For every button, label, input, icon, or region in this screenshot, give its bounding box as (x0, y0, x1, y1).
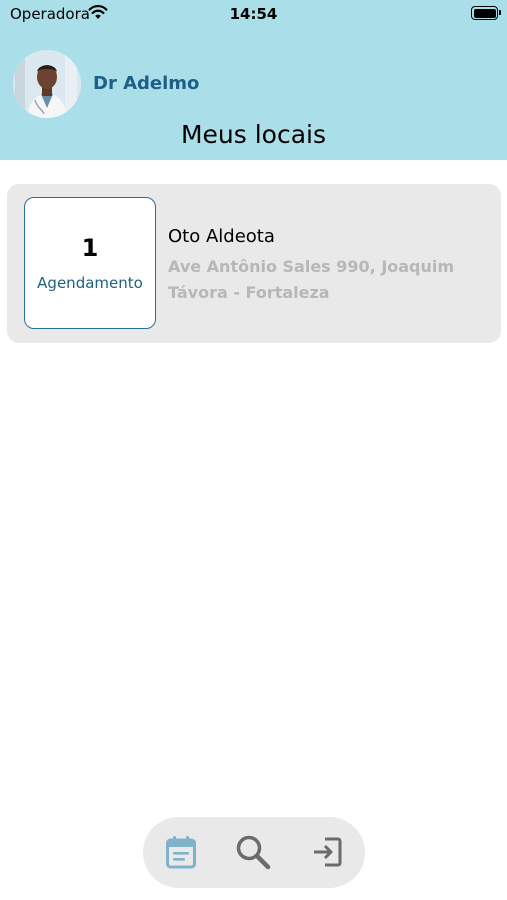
nav-search-button[interactable] (234, 833, 272, 871)
header: Operadora 14:54 Dr Adelmo Meus locais (0, 0, 507, 160)
location-card[interactable]: 1 Agendamento Oto Aldeota Ave Antônio Sa… (7, 184, 501, 343)
status-bar: Operadora 14:54 (0, 0, 507, 28)
avatar[interactable] (13, 50, 81, 118)
screen: Operadora 14:54 Dr Adelmo Meus locais 1 … (0, 0, 507, 900)
doctor-name: Dr Adelmo (93, 73, 200, 94)
page-title: Meus locais (180, 120, 327, 149)
nav-calendar-button[interactable] (162, 833, 200, 871)
appointment-count-box[interactable]: 1 Agendamento (24, 197, 156, 329)
search-icon (235, 834, 271, 870)
battery-icon (471, 6, 501, 20)
appointment-count: 1 (81, 234, 99, 262)
bottom-nav (143, 817, 365, 888)
location-name: Oto Aldeota (168, 226, 275, 247)
nav-logout-button[interactable] (308, 833, 346, 871)
clock: 14:54 (229, 5, 278, 23)
location-address: Ave Antônio Sales 990, Joaquim Távora - … (168, 257, 455, 302)
appointment-count-label: Agendamento (37, 274, 143, 292)
logout-icon (311, 836, 343, 868)
calendar-icon (165, 835, 197, 869)
